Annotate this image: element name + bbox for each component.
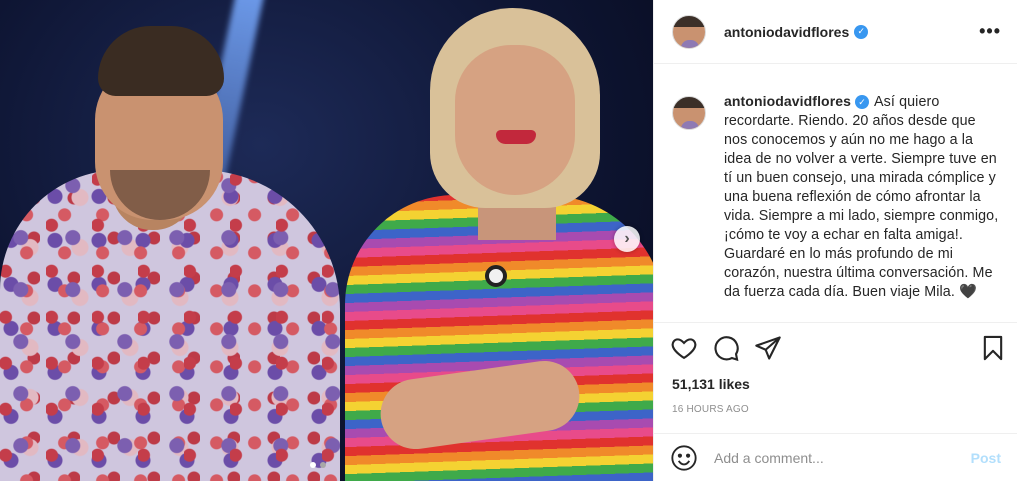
verified-badge-icon: ✓: [854, 24, 869, 39]
caption: antoniodavidflores ✓ Así quiero recordarte…: [724, 92, 1001, 322]
comment-icon[interactable]: [712, 334, 740, 362]
heart-icon[interactable]: [670, 334, 698, 362]
post-sidebar: antoniodavidflores ✓ ••• antoniodavidflo…: [653, 0, 1017, 481]
instagram-post: › antoniodavidflores ✓ ••• antoniodavidf…: [0, 0, 1017, 481]
avatar[interactable]: [672, 14, 706, 49]
carousel-dot: [320, 462, 326, 468]
username-link[interactable]: antoniodavidflores: [724, 24, 849, 40]
action-bar: [654, 322, 1017, 366]
emoji-icon[interactable]: [670, 444, 698, 472]
man-hair: [98, 26, 224, 96]
post-timestamp[interactable]: 16 HOURS AGO: [654, 392, 1017, 415]
post-header: antoniodavidflores ✓ •••: [654, 0, 1017, 64]
verified-badge-icon: ✓: [855, 95, 870, 110]
woman-face: [455, 45, 575, 195]
woman-smile: [496, 130, 536, 144]
caption-avatar[interactable]: [672, 96, 706, 130]
carousel-dots: [310, 462, 326, 468]
pendant-necklace: [485, 265, 507, 287]
comment-bar: Post: [654, 433, 1017, 481]
comment-input[interactable]: [714, 449, 971, 466]
caption-username-link[interactable]: antoniodavidflores: [724, 93, 851, 109]
post-comment-button[interactable]: Post: [971, 450, 1001, 466]
carousel-dot-active: [310, 462, 316, 468]
post-photo[interactable]: ›: [0, 0, 653, 481]
caption-text: Así quiero recordarte. Riendo. 20 años d…: [724, 94, 999, 300]
likes-count[interactable]: 51,131 likes: [654, 366, 1017, 392]
caption-section: antoniodavidflores ✓ Así quiero recordarte…: [654, 64, 1017, 322]
bookmark-icon[interactable]: [979, 334, 1007, 362]
share-icon[interactable]: [754, 334, 782, 362]
more-options-icon[interactable]: •••: [979, 21, 1001, 42]
chevron-right-icon[interactable]: ›: [614, 226, 640, 252]
